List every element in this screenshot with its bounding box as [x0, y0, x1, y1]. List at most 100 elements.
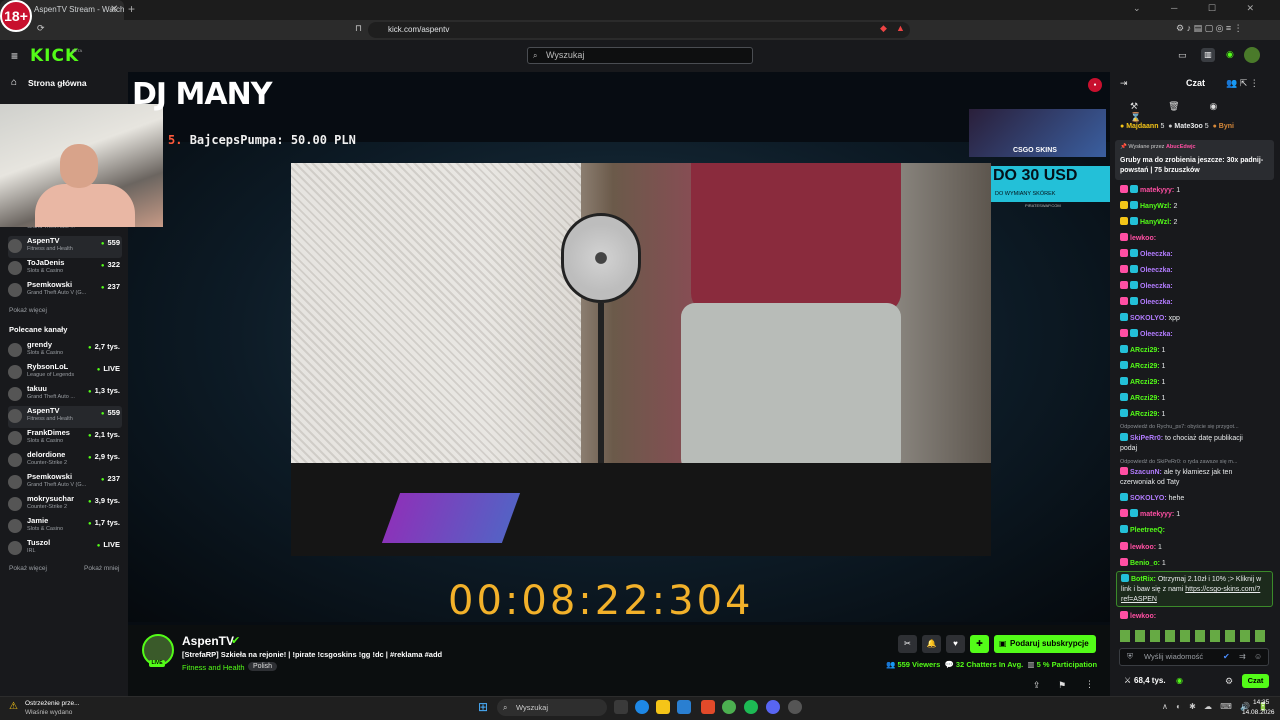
file-explorer-icon[interactable]	[656, 700, 670, 714]
kicks-icon[interactable]: ◉	[1226, 49, 1234, 60]
new-tab-icon[interactable]: +	[128, 2, 135, 16]
show-more-link[interactable]: Pokaż więcej	[9, 307, 47, 314]
url-field[interactable]: kick.com/aspentv	[368, 22, 910, 38]
stream-category[interactable]: Fitness and Health	[182, 663, 245, 672]
theater-icon[interactable]: ▭	[1178, 50, 1187, 61]
chat-message[interactable]: Oleeczka:	[1120, 265, 1272, 276]
command-icon[interactable]: ⇉	[1239, 649, 1246, 665]
shield-icon[interactable]: ◆	[880, 23, 887, 34]
layout-icon[interactable]: ▥	[1201, 48, 1215, 62]
chat-message[interactable]: SkiPeRr0: to chociaż datę publikacji	[1120, 433, 1272, 444]
chat-message[interactable]: lewkoo:	[1120, 233, 1272, 244]
chat-user: Oleeczka:	[1140, 251, 1173, 258]
weather-alert-title[interactable]: Ostrzeżenie prze...	[25, 700, 80, 707]
share-icon[interactable]: ⇪	[1033, 680, 1041, 691]
chat-message[interactable]: HanyWzl: 2	[1120, 217, 1272, 228]
close-tab-icon[interactable]: ✕	[110, 4, 118, 15]
sidebar-channel-psemkowski-rec[interactable]: PsemkowskiGrand Theft Auto V (G... 237	[8, 472, 122, 494]
settings-app-icon[interactable]	[788, 700, 802, 714]
chat-message[interactable]: SzacunN: ale ty kłamiesz jak ten	[1120, 467, 1272, 478]
edge-icon[interactable]	[635, 700, 649, 714]
chat-message[interactable]: SOKOLYO: xpp	[1120, 313, 1272, 324]
report-icon[interactable]: ⚑	[1058, 680, 1066, 691]
extensions-icon[interactable]: ⚙ ♪ ▤ ▢ ◎ ≡ ⋮	[1176, 23, 1243, 34]
sidebar-channel-psemkowski[interactable]: Psemkowski Grand Theft Auto V (G... 237	[8, 280, 122, 302]
chat-settings-icon[interactable]: ⚙	[1225, 676, 1233, 687]
chat-user: lewkoo:	[1130, 544, 1157, 551]
reload-icon[interactable]: ⟳	[37, 23, 45, 34]
verify-icon[interactable]: ✔	[1223, 649, 1230, 665]
chat-message[interactable]: ARczi29: 1	[1120, 345, 1272, 356]
start-icon[interactable]: ⊞	[478, 700, 488, 714]
chat-message[interactable]: lewkoo: 1	[1120, 542, 1272, 553]
chat-message[interactable]: SOKOLYO: hehe	[1120, 493, 1272, 504]
clock-time[interactable]: 14:35	[1253, 699, 1269, 706]
chat-message[interactable]: Oleeczka:	[1120, 297, 1272, 308]
viewer-count: LIVE	[97, 540, 120, 549]
brave-icon[interactable]	[701, 700, 715, 714]
sidebar-channel-rybsonlol[interactable]: RybsonLoLLeague of Legends LIVE	[8, 362, 122, 384]
chat-message[interactable]: matekyyy: 1	[1120, 509, 1272, 520]
chat-message[interactable]: ARczi29: 1	[1120, 409, 1272, 420]
emoji-icon[interactable]: ☺	[1254, 649, 1262, 665]
chat-message[interactable]: ARczi29: 1	[1120, 393, 1272, 404]
sidebar-channel-tuszol[interactable]: TuszolIRL LIVE	[8, 538, 122, 560]
sidebar-home[interactable]: Strona główna	[28, 78, 87, 88]
menu-icon[interactable]: ≡	[11, 49, 18, 63]
chat-message[interactable]: matekyyy: 1	[1120, 185, 1272, 196]
sidebar-channel-aspentv[interactable]: AspenTV Fitness and Health 559	[8, 236, 122, 258]
emote-bar[interactable]	[1120, 630, 1270, 642]
sidebar-channel-takuu[interactable]: takuuGrand Theft Auto ...1,3 tys.	[8, 384, 122, 406]
clock-date[interactable]: 14.08.2026	[1242, 709, 1275, 716]
bookmark-icon[interactable]: ⊓	[355, 23, 362, 34]
sidebar-channel-delordione[interactable]: delordioneCounter-Strike 22,9 tys.	[8, 450, 122, 472]
warning-icon[interactable]: ⚠	[9, 701, 18, 712]
chrome-icon[interactable]	[722, 700, 736, 714]
kicks-coin-icon[interactable]: ◉	[1176, 676, 1183, 685]
reply-context: Odpowiedź do Rychu_ps7: obyście się przy…	[1120, 424, 1239, 430]
window-controls[interactable]: ⌄ ─ ☐ ✕	[1133, 3, 1268, 14]
store-icon[interactable]	[677, 700, 691, 714]
discord-icon[interactable]	[766, 700, 780, 714]
show-more-link-2[interactable]: Pokaż więcej	[9, 565, 47, 572]
kicks-icon-chat: ⚔	[1124, 676, 1132, 685]
chat-message[interactable]: HanyWzl: 2	[1120, 201, 1272, 212]
notification-button[interactable]: 🔔	[922, 635, 941, 653]
alert-icon[interactable]: ▲	[896, 23, 905, 33]
gift-subscription-button[interactable]: ▣ Podaruj subskrypcje	[994, 635, 1096, 653]
chat-input[interactable]: ⛨ Wyślij wiadomość ✔ ⇉ ☺	[1119, 648, 1269, 666]
sidebar-channel-mokrysuchar[interactable]: mokrysucharCounter-Strike 23,9 tys.	[8, 494, 122, 516]
chat-message[interactable]: Oleeczka:	[1120, 281, 1272, 292]
sidebar-channel-frankdimes[interactable]: FrankDimesSlots & Casino2,1 tys.	[8, 428, 122, 450]
sidebar-channel-aspentv-rec[interactable]: AspenTVFitness and Health 559	[8, 406, 122, 428]
chat-tools-icons[interactable]: ⚒🗑◉⌛	[1130, 101, 1280, 123]
chat-title: Czat	[1186, 78, 1206, 88]
channel-name[interactable]: AspenTV	[182, 634, 234, 648]
spotify-icon[interactable]	[744, 700, 758, 714]
collapse-chat-icon[interactable]: ⇥	[1120, 78, 1128, 89]
gift-icon-button[interactable]: ✚	[970, 635, 989, 653]
chat-message[interactable]: Benio_o: 1	[1120, 558, 1272, 569]
search-input[interactable]: ⌕ Wyszukaj	[527, 47, 753, 64]
viewer-count: 2,1 tys.	[88, 430, 120, 439]
sidebar-channel-tojadenis[interactable]: ToJaDenis Slots & Casino 322	[8, 258, 122, 280]
user-avatar[interactable]	[1244, 47, 1260, 63]
language-tag[interactable]: Polish	[248, 662, 278, 671]
chat-message[interactable]: lewkoo:	[1120, 611, 1272, 622]
chat-message[interactable]: PleetreeQ:	[1120, 525, 1272, 536]
chat-users-icon[interactable]: 👥 ⇱ ⋮	[1226, 78, 1259, 89]
taskbar-search[interactable]: ⌕ Wyszukaj	[497, 699, 607, 716]
chat-message[interactable]: ARczi29: 1	[1120, 377, 1272, 388]
sidebar-channel-grendy[interactable]: grendySlots & Casino2,7 tys.	[8, 340, 122, 362]
task-view-icon[interactable]	[614, 700, 628, 714]
clip-button[interactable]: ✂	[898, 635, 917, 653]
more-icon[interactable]: ⋮	[1085, 679, 1094, 690]
chat-text: 1	[1161, 395, 1166, 402]
show-less-link[interactable]: Pokaż mniej	[84, 565, 119, 572]
chat-message[interactable]: Oleeczka:	[1120, 249, 1272, 260]
sidebar-channel-jamie[interactable]: JamieSlots & Casino1,7 tys.	[8, 516, 122, 538]
follow-button[interactable]: ♥	[946, 635, 965, 653]
chat-send-button[interactable]: Czat	[1242, 674, 1269, 688]
chat-message[interactable]: Oleeczka:	[1120, 329, 1272, 340]
chat-message[interactable]: ARczi29: 1	[1120, 361, 1272, 372]
